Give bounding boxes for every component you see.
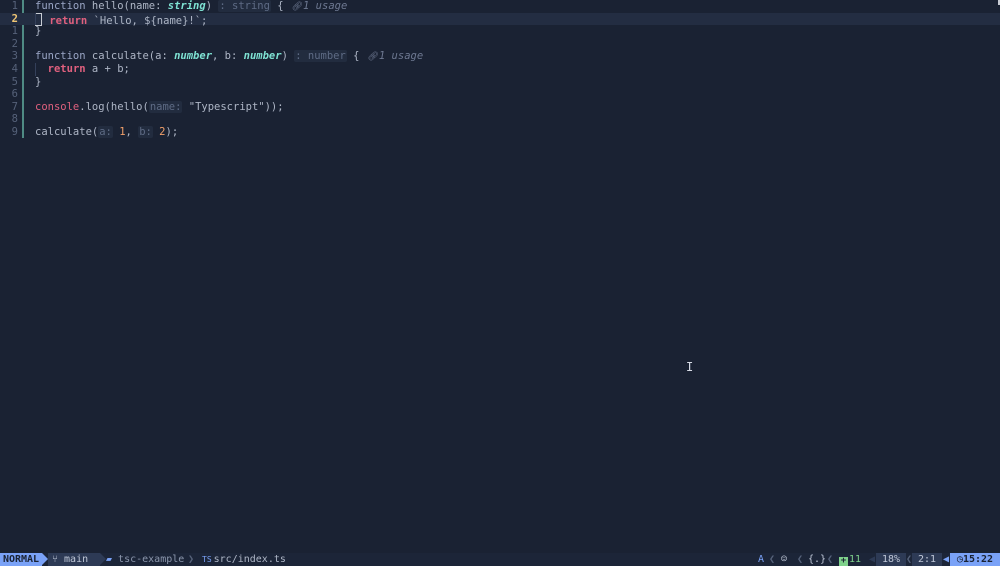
file-path: TS src/index.ts — [202, 553, 286, 566]
code-line[interactable]: 1} — [0, 25, 1000, 38]
code-token: .log(hello( — [79, 100, 149, 113]
project-name: ▰ tsc-example — [106, 553, 184, 566]
line-number: 9 — [11, 126, 18, 138]
inlay-hint: : number — [294, 50, 347, 63]
code-token: { — [346, 50, 360, 63]
path-separator: ❯ — [188, 553, 194, 566]
line-number: 2 — [11, 12, 18, 25]
line-number: 3 — [11, 50, 18, 63]
usage-label: 1 usage — [378, 50, 424, 63]
line-code: return a + b; — [35, 63, 130, 76]
chevron-left-icon: ❮ — [827, 554, 834, 565]
diagnostics-count: 11 — [849, 554, 862, 565]
chevron-right-icon: ❯ — [188, 554, 195, 565]
file-name: src/index.ts — [213, 554, 286, 565]
code-token: , b: — [212, 50, 244, 63]
indent-guide — [35, 63, 36, 76]
folder-icon: ▰ — [106, 554, 119, 565]
link-icon: 🔗︎ — [291, 2, 304, 12]
code-token: calculate( — [35, 126, 99, 138]
project-label: tsc-example — [118, 554, 185, 565]
code-token: 1 — [112, 126, 126, 138]
clock-time: 15:22 — [962, 554, 994, 565]
cursor-position: 2:1 — [912, 553, 942, 566]
line-code: } — [35, 25, 41, 38]
chevron-left-icon: ◀ — [943, 554, 950, 565]
link-icon: 🔗︎ — [367, 52, 379, 63]
code-line[interactable]: 2 — [0, 38, 1000, 51]
code-line[interactable]: 3 function calculate(a: number, b: number… — [0, 50, 1000, 63]
mode-indicator: NORMAL — [0, 553, 42, 566]
code-token: a + b; — [85, 63, 130, 75]
code-line[interactable]: 7 console.log(hello(name: "Typescript")); — [0, 100, 1000, 114]
chevron-left-icon: ◀ — [869, 554, 876, 565]
scroll-percent: 18% — [876, 553, 906, 566]
code-token: } — [35, 25, 42, 38]
braces-indicator: {.} — [808, 554, 827, 565]
code-token: hello(name: — [91, 0, 168, 12]
git-branch-icon: ⑂ — [52, 554, 65, 565]
code-token: "Typescript")); — [182, 100, 284, 113]
chevron-left-icon: ❮ — [797, 554, 804, 565]
plus-icon: + — [839, 556, 848, 566]
code-token: number — [243, 50, 282, 63]
line-number: 5 — [11, 75, 18, 88]
lsp-indicator: A — [758, 554, 765, 565]
line-code: calculate(a: 1, b: 2); — [35, 126, 178, 139]
typescript-file-icon: TS — [202, 555, 212, 564]
code-line[interactable]: 8 — [0, 113, 1000, 126]
code-token: { — [270, 0, 284, 12]
line-number: 6 — [11, 88, 18, 101]
code-token: ) — [205, 0, 219, 12]
code-token: ); — [165, 126, 179, 138]
code-token: 2 — [152, 126, 166, 138]
chevron-left-icon: ❮ — [769, 554, 776, 565]
text-cursor-icon: I — [686, 360, 694, 374]
code-line[interactable]: 9 calculate(a: 1, b: 2); — [0, 126, 1000, 139]
inlay-hint: : string — [218, 0, 271, 12]
code-token: function — [35, 0, 92, 12]
inlay-hint: name: — [148, 100, 183, 113]
code-token: } — [35, 75, 42, 88]
code-token: string — [167, 0, 206, 12]
line-code: } — [35, 76, 41, 89]
code-token: calculate(a: — [91, 50, 175, 63]
code-line[interactable]: 1 function hello(name: string) : string {… — [0, 0, 1000, 13]
usage-lens[interactable]: 🔗︎1 usage — [367, 50, 423, 62]
status-line: NORMAL ⑂ main ▰ tsc-example ❯ TS src/inde… — [0, 553, 1000, 566]
line-number: 2 — [11, 37, 18, 50]
clock: ◷15:22 — [950, 553, 1000, 566]
cursor-block — [35, 12, 42, 26]
usage-label: 1 usage — [303, 0, 348, 12]
inlay-hint: a: — [98, 126, 113, 138]
code-token: console — [35, 100, 80, 113]
code-line[interactable]: 4 return a + b; — [0, 63, 1000, 76]
line-number: 8 — [11, 113, 18, 126]
code-token: number — [174, 50, 213, 63]
current-line[interactable]: 2 return `Hello, ${name}!`; — [0, 12, 1000, 27]
branch-name: main — [64, 554, 89, 565]
code-token: , — [125, 126, 139, 138]
code-line[interactable]: 6 — [0, 88, 1000, 101]
code-token: function — [35, 50, 92, 63]
indent-guide — [35, 12, 36, 26]
editor-pane[interactable]: 1 function hello(name: string) : string {… — [0, 0, 1000, 553]
inlay-hint: b: — [138, 126, 153, 138]
line-number: 1 — [11, 0, 18, 12]
usage-lens[interactable]: 🔗︎1 usage — [292, 0, 348, 12]
code-token: return — [47, 63, 86, 75]
code-token: ) — [281, 50, 295, 63]
line-number: 7 — [11, 100, 18, 113]
copilot-icon: ☺ — [781, 554, 788, 565]
code-line[interactable]: 5} — [0, 76, 1000, 89]
line-code: function calculate(a: number, b: number)… — [35, 50, 423, 64]
line-code: console.log(hello(name: "Typescript")); — [35, 100, 284, 114]
diagnostics[interactable]: +11 — [839, 553, 861, 566]
git-branch[interactable]: ⑂ main — [48, 553, 100, 566]
line-number: 4 — [11, 63, 18, 75]
line-number: 1 — [11, 25, 18, 38]
line-code: function hello(name: string) : string { 🔗… — [35, 0, 347, 14]
